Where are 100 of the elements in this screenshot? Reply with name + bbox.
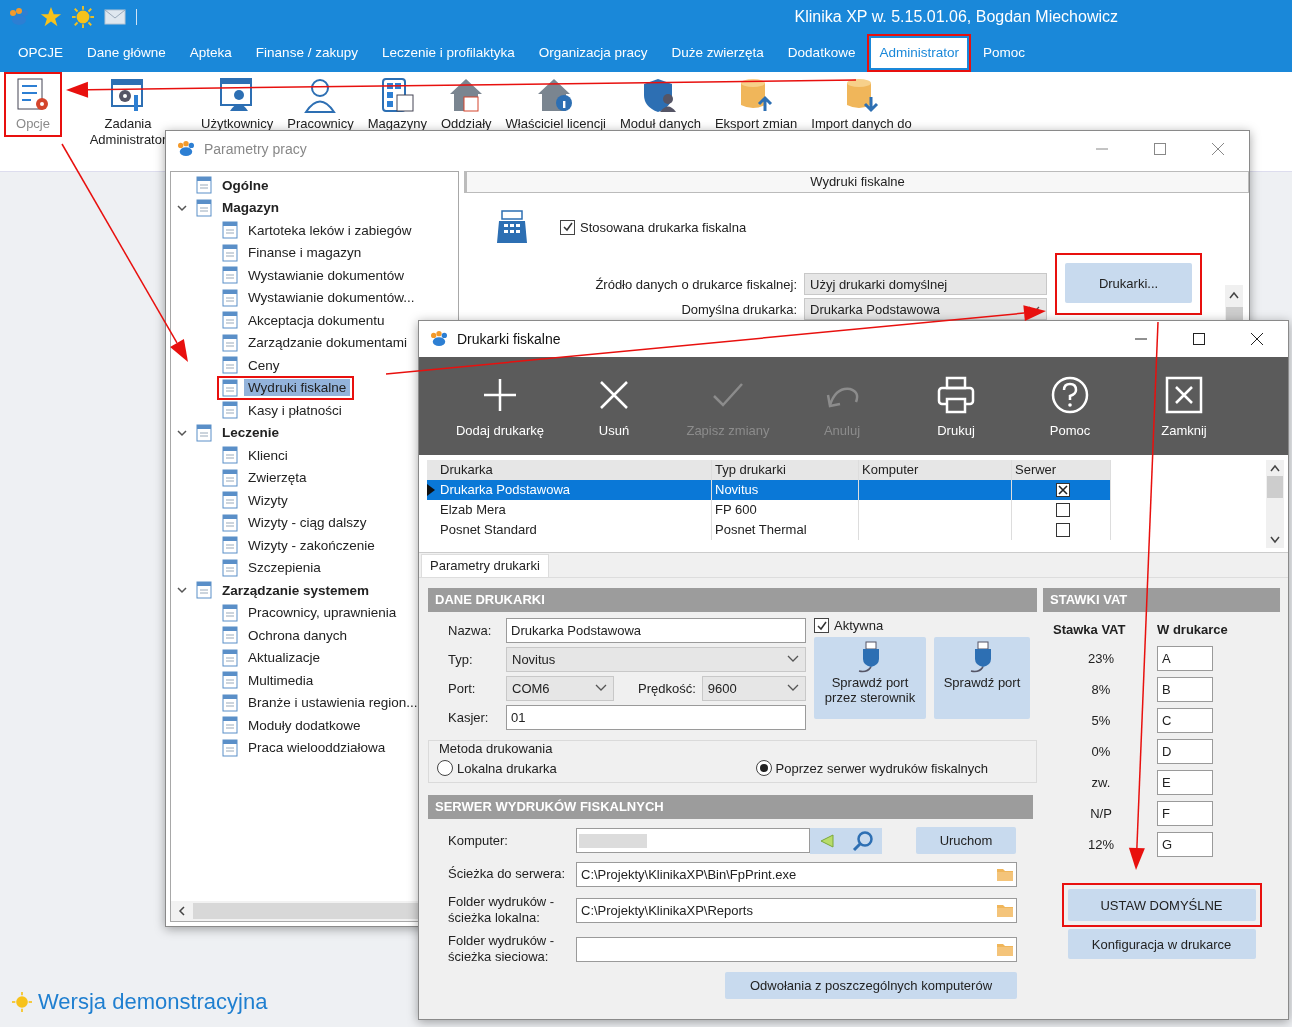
- start-button[interactable]: Uruchom: [916, 827, 1016, 854]
- port-dropdown[interactable]: COM6: [506, 676, 614, 701]
- scroll-left-icon[interactable]: [177, 906, 187, 916]
- printer-code-field[interactable]: C: [1157, 708, 1213, 733]
- menu-tab[interactable]: Duże zwierzęta: [663, 38, 772, 68]
- tree-item[interactable]: Wystawianie dokumentów...: [244, 289, 419, 307]
- sun-icon[interactable]: [72, 6, 94, 28]
- computer-field[interactable]: [576, 828, 810, 853]
- tree-item[interactable]: Zwierzęta: [244, 469, 311, 487]
- table-row[interactable]: Drukarka Podstawowa Novitus: [427, 480, 1111, 500]
- printer-config-button[interactable]: Konfiguracja w drukarce: [1067, 929, 1256, 959]
- vat-rate: 5%: [1090, 713, 1112, 728]
- cashier-field[interactable]: 01: [506, 705, 806, 730]
- tree-item[interactable]: Aktualizacje: [244, 649, 325, 667]
- type-dropdown[interactable]: Novitus: [506, 647, 806, 672]
- search-icon[interactable]: [851, 829, 874, 852]
- checkbox[interactable]: [1055, 523, 1070, 537]
- printer-code-field[interactable]: E: [1157, 770, 1213, 795]
- printers-button[interactable]: Drukarki...: [1065, 263, 1192, 303]
- folder-icon[interactable]: [996, 866, 1014, 882]
- tree-item[interactable]: Ochrona danych: [244, 626, 352, 644]
- tree-item[interactable]: Ceny: [244, 356, 284, 374]
- tree-item[interactable]: Zarządzanie systemem: [218, 581, 374, 599]
- tree-item[interactable]: Magazyn: [218, 199, 283, 217]
- tree-item[interactable]: Wydruki fiskalne: [244, 379, 351, 397]
- tree-item[interactable]: Szczepienia: [244, 559, 325, 577]
- tree-item[interactable]: Wizyty: [244, 491, 292, 509]
- folder-icon[interactable]: [996, 902, 1014, 918]
- tree-item[interactable]: Multimedia: [244, 671, 318, 689]
- source-dropdown[interactable]: Użyj drukarki domyślnej: [804, 273, 1047, 295]
- checkbox[interactable]: [814, 618, 829, 633]
- tree-item[interactable]: Zarządzanie dokumentami: [244, 334, 412, 352]
- tree-item[interactable]: Finanse i magazyn: [244, 244, 366, 262]
- table-row[interactable]: Posnet Standard Posnet Thermal: [427, 520, 1111, 540]
- ribbon-button[interactable]: Oddziały: [436, 75, 496, 134]
- mail-icon[interactable]: [104, 9, 126, 25]
- ribbon-button[interactable]: Moduł danych: [615, 75, 705, 134]
- menu-tab[interactable]: Leczenie i profilaktyka: [373, 38, 523, 68]
- radio-button[interactable]: [755, 760, 772, 776]
- menu-tab[interactable]: Pomoc: [974, 38, 1033, 68]
- printer-code-field[interactable]: G: [1157, 832, 1213, 857]
- ribbon-button[interactable]: Właściciel licencji: [501, 75, 610, 134]
- menu-tab[interactable]: Finanse / zakupy: [247, 38, 366, 68]
- toolbar-button[interactable]: Usuń: [557, 357, 671, 455]
- table-row[interactable]: Elzab Mera FP 600: [427, 500, 1111, 520]
- checkbox[interactable]: [1055, 503, 1070, 517]
- tree-item[interactable]: Leczenie: [218, 424, 284, 442]
- scrollbar-thumb[interactable]: [1267, 476, 1283, 498]
- name-field[interactable]: Drukarka Podstawowa: [506, 618, 806, 643]
- check-port-button[interactable]: Sprawdź port przez sterownik: [814, 637, 926, 719]
- star-icon[interactable]: [40, 6, 62, 28]
- printer-code-field[interactable]: B: [1157, 677, 1213, 702]
- menu-tab[interactable]: OPCJE: [10, 38, 71, 68]
- tree-item[interactable]: Klienci: [244, 446, 292, 464]
- speed-dropdown[interactable]: 9600: [701, 676, 806, 701]
- tree-item[interactable]: Wizyty - zakończenie: [244, 536, 379, 554]
- paw-logo-icon[interactable]: [8, 8, 30, 26]
- ribbon-button[interactable]: Magazyny: [363, 75, 431, 134]
- path-field[interactable]: C:\Projekty\KlinikaXP\Bin\FpPrint.exe: [576, 861, 1017, 887]
- scrollbar[interactable]: [1266, 460, 1284, 548]
- path-field[interactable]: C:\Projekty\KlinikaXP\Reports: [576, 897, 1017, 923]
- tree-item[interactable]: Ogólne: [218, 176, 273, 194]
- default-printer-dropdown[interactable]: Drukarka Podstawowa: [804, 298, 1047, 320]
- toolbar-button[interactable]: Dodaj drukarkę: [443, 357, 557, 455]
- path-field[interactable]: [576, 936, 1017, 962]
- checkbox[interactable]: [560, 219, 575, 235]
- toolbar-button[interactable]: Drukuj: [899, 357, 1013, 455]
- maximize-icon[interactable]: [1192, 332, 1206, 346]
- checkbox[interactable]: [1055, 483, 1070, 497]
- tree-item[interactable]: Wystawianie dokumentów: [244, 266, 408, 284]
- printer-code-field[interactable]: D: [1157, 739, 1213, 764]
- menu-tab[interactable]: Apteka: [181, 38, 240, 68]
- folder-icon[interactable]: [996, 941, 1014, 957]
- tree-item[interactable]: Branże i ustawienia region...: [244, 694, 422, 712]
- tree-item[interactable]: Wizyty - ciąg dalszy: [244, 514, 371, 532]
- tree-item[interactable]: Moduły dodatkowe: [244, 716, 365, 734]
- tree-item[interactable]: Kasy i płatności: [244, 401, 346, 419]
- ribbon-button[interactable]: Pracownicy: [283, 75, 358, 134]
- computer-calls-button[interactable]: Odwołania z poszczególnych komputerów: [725, 972, 1017, 999]
- menu-tab[interactable]: Dodatkowe: [779, 38, 864, 68]
- printer-code-field[interactable]: F: [1157, 801, 1213, 826]
- tree-item[interactable]: Pracownicy, uprawnienia: [244, 604, 401, 622]
- tree-item[interactable]: Akceptacja dokumentu: [244, 311, 389, 329]
- ribbon-button[interactable]: Zadania Administrator: [65, 75, 191, 150]
- tab[interactable]: Parametry drukarki: [421, 554, 549, 577]
- menu-tab[interactable]: Administrator: [871, 38, 967, 68]
- ribbon-button[interactable]: Użytkownicy: [197, 75, 278, 134]
- menu-tab[interactable]: Dane główne: [79, 38, 174, 68]
- toolbar-button[interactable]: Zamknij: [1127, 357, 1241, 455]
- set-defaults-button[interactable]: USTAW DOMYŚLNE: [1067, 889, 1256, 921]
- radio-button[interactable]: [437, 760, 453, 776]
- ribbon-button[interactable]: Eksport zmian: [710, 75, 802, 134]
- tree-item[interactable]: Kartoteka leków i zabiegów: [244, 221, 416, 239]
- printer-code-field[interactable]: A: [1157, 646, 1213, 671]
- toolbar-button[interactable]: Pomoc: [1013, 357, 1127, 455]
- close-icon[interactable]: [1250, 332, 1264, 346]
- menu-tab[interactable]: Organizacja pracy: [530, 38, 656, 68]
- check-port-button[interactable]: Sprawdź port: [934, 637, 1030, 719]
- ribbon-button[interactable]: Import danych do: [807, 75, 916, 134]
- tree-item[interactable]: Praca wielooddziałowa: [244, 739, 390, 757]
